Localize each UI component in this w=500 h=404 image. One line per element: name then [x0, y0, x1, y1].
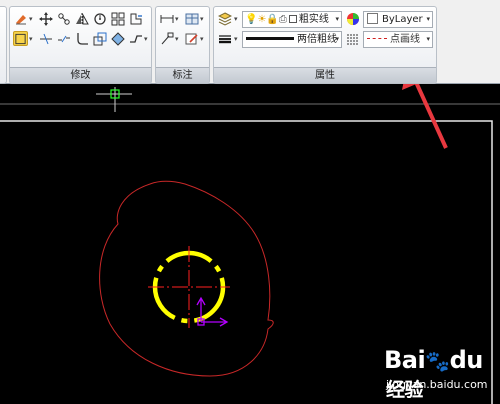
dimension-dropdown-icon[interactable]: ▾: [175, 15, 179, 23]
ribbon: ▾ ▾ ▾ 修改 ▾ ▾ ▾ ▾ 标注 ▾ 💡☀🔒⎙ 粗实线 ▾ ByLayer…: [0, 0, 500, 84]
linetype-combo-arrow-icon[interactable]: ▾: [426, 32, 430, 47]
mirror-icon[interactable]: [74, 11, 89, 26]
color-wheel-icon[interactable]: [345, 11, 360, 26]
rotate-icon[interactable]: [92, 11, 107, 26]
printer-icon[interactable]: ⎙: [279, 14, 287, 25]
paw-icon: 🐾: [425, 349, 450, 373]
linetype-combo[interactable]: 点画线 ▾: [363, 31, 433, 48]
layer-combo[interactable]: 💡☀🔒⎙ 粗实线 ▾: [242, 11, 342, 28]
modify-more-dropdown-icon[interactable]: ▾: [144, 35, 148, 43]
annotate-panel: ▾ ▾ ▾ ▾ 标注: [155, 6, 210, 84]
baidu-logo: Bai🐾du经验: [384, 346, 483, 401]
lineweight-combo-value: 两倍粗线: [297, 34, 337, 45]
move-icon[interactable]: [38, 11, 53, 26]
lock-icon[interactable]: 🔒: [266, 14, 278, 25]
layer-tools-dropdown-icon[interactable]: ▾: [234, 15, 238, 23]
properties-panel: ▾ 💡☀🔒⎙ 粗实线 ▾ ByLayer ▾ ▾ 两倍粗线 ▾ 点画线 ▾ 属性: [213, 6, 437, 84]
color-combo-value: ByLayer: [382, 14, 423, 25]
properties-panel-title[interactable]: 属性: [214, 67, 436, 83]
modify-panel: ▾ ▾ ▾ 修改: [9, 6, 152, 84]
fillet-icon[interactable]: [74, 31, 89, 46]
cursor-crosshair: [96, 87, 132, 112]
annotation-arrow: [402, 84, 448, 149]
transparency-icon[interactable]: [345, 31, 360, 46]
erase-dropdown-icon[interactable]: ▾: [29, 15, 33, 23]
text-edit-icon[interactable]: [184, 31, 199, 46]
lineweight-combo-arrow-icon[interactable]: ▾: [335, 32, 339, 47]
match-dropdown-icon[interactable]: ▾: [234, 35, 238, 43]
table-icon[interactable]: [184, 11, 199, 26]
annotate-panel-title[interactable]: 标注: [156, 67, 209, 83]
color-combo-arrow-icon[interactable]: ▾: [426, 12, 430, 27]
trim-icon[interactable]: [38, 31, 53, 46]
freehand-sketch: [99, 180, 274, 377]
layer-combo-arrow-icon[interactable]: ▾: [335, 12, 339, 27]
color-swatch: [367, 13, 378, 24]
multileader-dropdown-icon[interactable]: ▾: [175, 35, 179, 43]
center-lines: [148, 246, 230, 328]
break-icon[interactable]: [56, 31, 71, 46]
layer-properties-icon[interactable]: [217, 11, 232, 26]
modify-panel-title[interactable]: 修改: [10, 67, 151, 83]
table-dropdown-icon[interactable]: ▾: [200, 15, 204, 23]
dashed-circle: [152, 250, 226, 324]
draw-panel-edge: [0, 6, 7, 84]
match-properties-icon[interactable]: [217, 31, 232, 46]
layer-name: 粗实线: [298, 14, 329, 25]
copy-object-icon[interactable]: [56, 11, 71, 26]
text-dropdown-icon[interactable]: ▾: [200, 35, 204, 43]
offset-dropdown-icon[interactable]: ▾: [29, 35, 33, 43]
offset-icon[interactable]: [13, 31, 28, 46]
linear-dimension-icon[interactable]: [159, 11, 174, 26]
linetype-preview: [367, 38, 387, 39]
scale-icon[interactable]: [92, 31, 107, 46]
layer-color-swatch: [288, 15, 297, 23]
erase-icon[interactable]: [13, 11, 28, 26]
lineweight-preview: [246, 37, 294, 40]
multileader-icon[interactable]: [159, 31, 174, 46]
color-combo[interactable]: ByLayer ▾: [363, 11, 433, 28]
join-icon[interactable]: [128, 31, 143, 46]
stretch-icon[interactable]: [128, 11, 143, 26]
lineweight-combo[interactable]: 两倍粗线 ▾: [242, 31, 342, 48]
array-icon[interactable]: [110, 11, 125, 26]
baidu-url: jingyan.baidu.com: [386, 378, 488, 391]
linetype-combo-value: 点画线: [390, 34, 420, 45]
explode-icon[interactable]: [110, 31, 125, 46]
lightbulb-icon[interactable]: 💡: [245, 14, 257, 25]
drawing-area[interactable]: Bai🐾du经验 jingyan.baidu.com: [0, 84, 500, 404]
